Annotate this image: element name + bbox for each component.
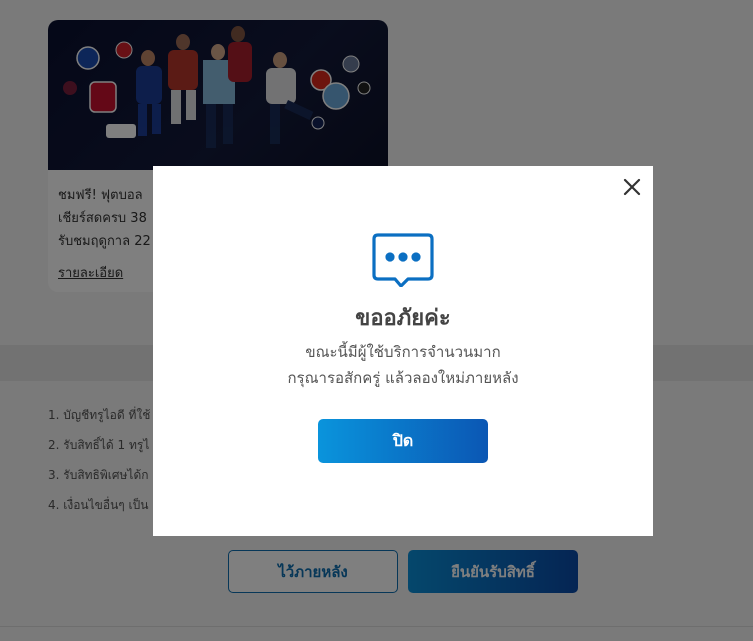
dialog-title: ขออภัยค่ะ — [355, 306, 451, 331]
dialog-message-line: ขณะนี้มีผู้ใช้บริการจำนวนมาก — [305, 343, 501, 361]
dialog-message-line: กรุณารอสักครู่ แล้วลองใหม่ภายหลัง — [287, 369, 519, 387]
close-icon[interactable] — [621, 176, 643, 198]
close-dialog-button[interactable]: ปิด — [318, 419, 488, 463]
chat-bubble-icon — [372, 233, 434, 288]
error-dialog: ขออภัยค่ะ ขณะนี้มีผู้ใช้บริการจำนวนมาก ก… — [153, 166, 653, 536]
